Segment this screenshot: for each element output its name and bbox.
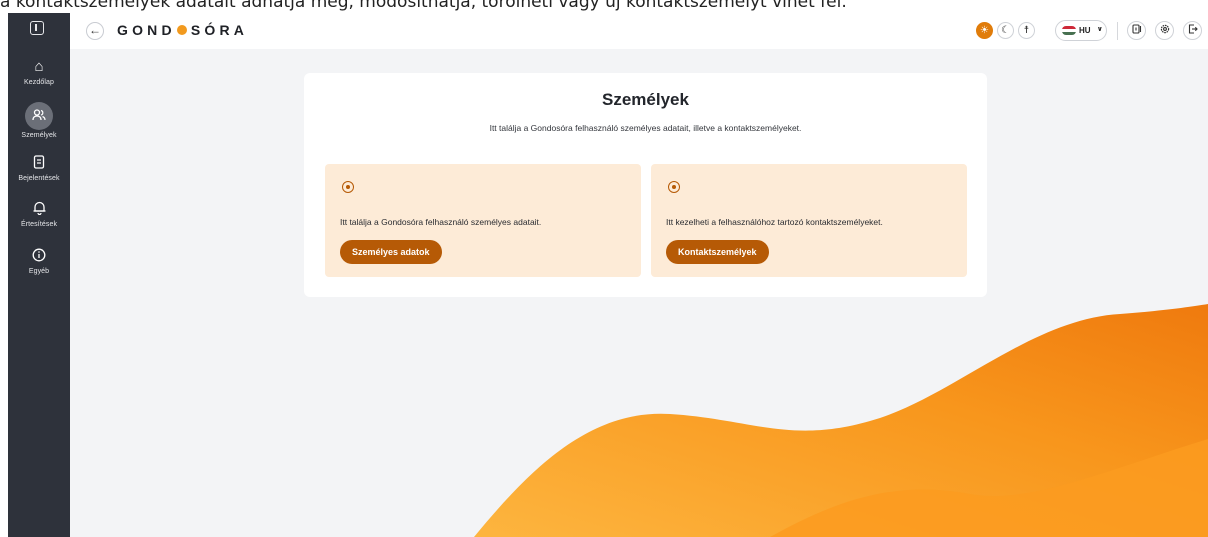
personal-data-button[interactable]: Személyes adatok <box>340 240 442 264</box>
personal-data-card: Itt találja a Gondosóra felhasználó szem… <box>325 164 641 277</box>
contact-pin-icon <box>668 181 680 193</box>
sidebar-toggle-icon[interactable] <box>30 21 44 35</box>
people-icon <box>25 102 53 130</box>
settings-button[interactable] <box>1155 21 1174 40</box>
logo-text-right: SÓRA <box>190 22 249 38</box>
accessibility-icon: ☨ <box>1023 25 1030 36</box>
sidebar-item-label: Bejelentések <box>18 175 60 182</box>
card-description: Itt kezelheti a felhasználóhoz tartozó k… <box>666 217 883 227</box>
gondosora-logo: GOND SÓRA <box>117 22 248 38</box>
arrow-left-icon: ← <box>89 23 101 37</box>
info-icon <box>29 246 49 266</box>
back-button[interactable]: ← <box>86 22 104 40</box>
light-mode-button[interactable]: ☀ <box>976 22 993 39</box>
header-divider <box>1117 22 1118 40</box>
sidebar-item-ertesitesek[interactable]: Értesítések <box>8 199 70 228</box>
accessibility-button[interactable]: ☨ <box>1018 22 1035 39</box>
home-icon: ⌂ <box>34 58 44 75</box>
sidebar: ⌂ Kezdőlap Személyek Bejelentések Értesí… <box>8 13 70 537</box>
dark-mode-button[interactable]: ☾ <box>997 22 1014 39</box>
sidebar-item-kezdolap[interactable]: ⌂ Kezdőlap <box>8 57 70 86</box>
page-description: Itt találja a Gondosóra felhasználó szem… <box>489 123 802 133</box>
language-select[interactable]: HU ∨ <box>1055 20 1107 41</box>
app-window: ⌂ Kezdőlap Személyek Bejelentések Értesí… <box>8 13 1208 537</box>
sidebar-item-szemelyek[interactable]: Személyek <box>8 102 70 139</box>
exit-door-button[interactable] <box>1127 21 1146 40</box>
display-mode-toggle: ☀ ☾ ☨ <box>974 20 1040 42</box>
persons-panel: Személyek Itt találja a Gondosóra felhas… <box>304 73 987 297</box>
language-value: HU <box>1079 26 1091 35</box>
card-description: Itt találja a Gondosóra felhasználó szem… <box>340 217 542 227</box>
exit-door-icon <box>1131 24 1141 34</box>
document-icon <box>29 153 49 173</box>
sidebar-item-label: Személyek <box>21 132 57 139</box>
settings-icon <box>1160 24 1169 34</box>
logo-dot-icon <box>176 25 187 35</box>
logo-text-left: GOND <box>117 22 176 38</box>
sidebar-item-label: Egyéb <box>28 268 50 275</box>
logout-button[interactable] <box>1183 21 1202 40</box>
bell-icon <box>29 199 49 219</box>
document-caption-text: a kontaktszemélyek adatait adhatja meg, … <box>0 0 847 12</box>
sidebar-item-label: Kezdőlap <box>24 79 54 86</box>
contacts-button[interactable]: Kontaktszemélyek <box>666 240 769 264</box>
hungarian-flag-icon <box>1062 26 1076 35</box>
sun-icon: ☀ <box>980 25 989 36</box>
sidebar-item-label: Értesítések <box>20 221 58 228</box>
top-header: ← GOND SÓRA ☀ ☾ ☨ HU ∨ <box>70 13 1208 49</box>
sidebar-item-bejelentesek[interactable]: Bejelentések <box>8 153 70 182</box>
sidebar-item-egyeb[interactable]: Egyéb <box>8 246 70 275</box>
person-pin-icon <box>342 181 354 193</box>
logout-icon <box>1188 24 1198 34</box>
contacts-card: Itt kezelheti a felhasználóhoz tartozó k… <box>651 164 967 277</box>
page-title: Személyek <box>602 90 689 109</box>
chevron-down-icon: ∨ <box>1097 26 1103 33</box>
moon-icon: ☾ <box>1001 25 1010 36</box>
